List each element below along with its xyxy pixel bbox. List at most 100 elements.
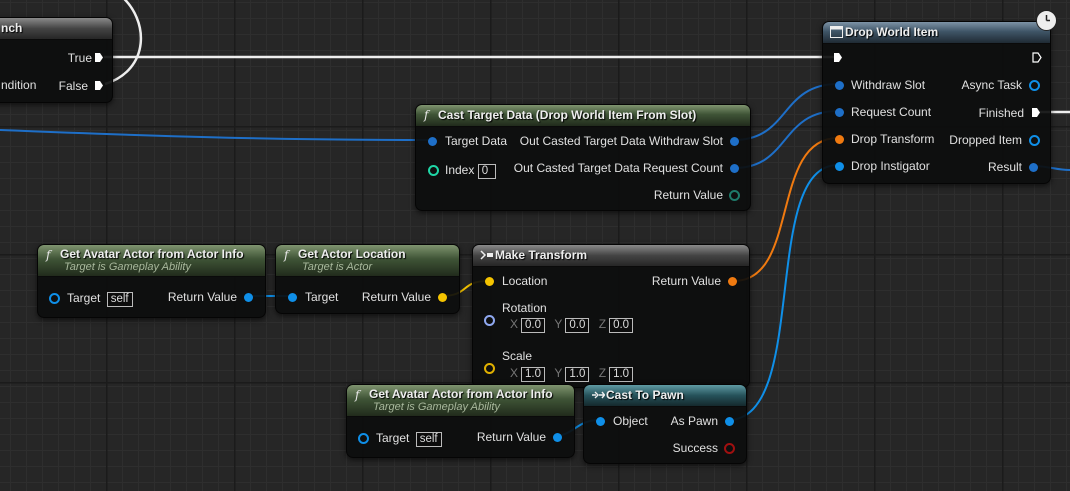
scale-z-input[interactable]: 1.0 (609, 367, 634, 382)
rotation-pin[interactable] (484, 315, 495, 326)
rotation-y-input[interactable]: 0.0 (565, 318, 590, 333)
drop-instigator-pin[interactable] (835, 162, 844, 171)
get-avatar-actor-title-1: Get Avatar Actor from Actor Info (60, 247, 244, 261)
request-count-label: Request Count (851, 105, 932, 119)
function-icon: f (284, 248, 289, 262)
scale-pin[interactable] (484, 363, 495, 374)
out-request-pin[interactable] (730, 164, 739, 173)
get-actor-location-header[interactable]: f Get Actor Location Target is Actor (276, 245, 459, 277)
location-target-pin[interactable] (288, 293, 297, 302)
function-icon: f (46, 248, 51, 262)
cast-target-data-title: Cast Target Data (Drop World Item From S… (438, 108, 697, 122)
false-pin[interactable]: False (59, 79, 88, 93)
return-value-label-2: Return Value (476, 430, 546, 444)
drop-world-item-header[interactable]: Drop World Item (823, 22, 1050, 44)
drop-transform-pin[interactable] (835, 135, 844, 144)
target-data-pin[interactable] (428, 137, 437, 146)
cast-to-pawn-node[interactable]: Cast To Pawn Object As Pawn Success (583, 384, 747, 464)
transform-return-pin[interactable] (728, 277, 737, 286)
object-pin[interactable] (596, 417, 605, 426)
location-target-label: Target (305, 290, 339, 304)
make-struct-icon (480, 249, 494, 263)
drop-transform-label: Drop Transform (851, 132, 935, 146)
return-value-label-1: Return Value (167, 290, 237, 304)
scale-values-row: X 1.0 Y 1.0 Z 1.0 (510, 366, 634, 382)
exec-in-icon[interactable] (833, 52, 843, 63)
target-data-label: Target Data (445, 134, 508, 148)
target-label-2: Target (376, 431, 410, 445)
rotation-z-label: Z (598, 317, 607, 331)
self-input-2[interactable]: self (415, 432, 442, 447)
target-pin-2[interactable] (358, 433, 369, 444)
rotation-label: Rotation (502, 301, 547, 315)
index-input[interactable]: 0 (477, 164, 496, 179)
return-value-pin-2[interactable] (553, 433, 562, 442)
index-label: Index (445, 163, 475, 177)
self-input-1[interactable]: self (106, 292, 133, 307)
true-pin[interactable]: True (68, 51, 92, 65)
false-exec-icon[interactable] (94, 80, 104, 91)
object-label: Object (613, 414, 648, 428)
target-pin-1[interactable] (49, 293, 60, 304)
get-avatar-actor-header-2[interactable]: f Get Avatar Actor from Actor Info Targe… (347, 385, 574, 417)
result-pin[interactable] (1029, 163, 1038, 172)
success-pin[interactable] (724, 443, 735, 454)
get-avatar-actor-node-2[interactable]: f Get Avatar Actor from Actor Info Targe… (346, 384, 575, 458)
success-label: Success (672, 441, 718, 455)
location-return-pin[interactable] (438, 293, 447, 302)
index-row: Index 0 (445, 163, 496, 179)
target-row-1: Target self (67, 291, 133, 307)
dropped-item-pin[interactable] (1029, 135, 1040, 146)
get-avatar-actor-node-1[interactable]: f Get Avatar Actor from Actor Info Targe… (37, 244, 266, 318)
cast-icon (591, 389, 606, 403)
scale-y-label: Y (554, 366, 563, 380)
get-avatar-actor-subtitle-2: Target is Gameplay Ability (373, 401, 500, 413)
return-value-pin[interactable] (729, 190, 740, 201)
branch-node-header[interactable]: nch (0, 18, 112, 40)
rotation-z-input[interactable]: 0.0 (609, 318, 634, 333)
latent-clock-icon (1036, 10, 1057, 31)
drop-world-item-node[interactable]: Drop World Item Withdraw Slot Request Co… (822, 21, 1051, 184)
result-label: Result (987, 160, 1022, 174)
cast-to-pawn-title: Cast To Pawn (606, 388, 684, 402)
rotation-values-row: X 0.0 Y 0.0 Z 0.0 (510, 317, 634, 333)
drop-instigator-label: Drop Instigator (851, 159, 930, 173)
out-withdraw-pin[interactable] (730, 137, 739, 146)
get-actor-location-subtitle: Target is Actor (302, 261, 373, 273)
make-transform-node[interactable]: Make Transform Location Return Value Rot… (472, 244, 750, 388)
index-pin[interactable] (428, 165, 439, 176)
rotation-x-label: X (510, 317, 519, 331)
rotation-y-label: Y (554, 317, 563, 331)
as-pawn-pin[interactable] (725, 417, 734, 426)
as-pawn-label: As Pawn (670, 414, 718, 428)
cast-target-data-node[interactable]: f Cast Target Data (Drop World Item From… (415, 104, 751, 211)
cast-target-data-header[interactable]: f Cast Target Data (Drop World Item From… (416, 105, 750, 127)
branch-node[interactable]: nch True ndition False (0, 17, 113, 103)
make-transform-header[interactable]: Make Transform (473, 245, 749, 267)
finished-label: Finished (978, 106, 1024, 120)
scale-x-input[interactable]: 1.0 (521, 367, 546, 382)
rotation-x-input[interactable]: 0.0 (521, 318, 546, 333)
get-avatar-actor-header-1[interactable]: f Get Avatar Actor from Actor Info Targe… (38, 245, 265, 277)
cast-to-pawn-header[interactable]: Cast To Pawn (584, 385, 746, 407)
location-return-label: Return Value (361, 290, 431, 304)
target-row-2: Target self (376, 431, 442, 447)
scale-y-input[interactable]: 1.0 (565, 367, 590, 382)
finished-exec-icon[interactable] (1031, 107, 1041, 118)
dropped-item-label: Dropped Item (949, 133, 1022, 147)
exec-out-icon[interactable] (1032, 52, 1042, 63)
branch-node-title: nch (1, 21, 23, 35)
location-in-pin[interactable] (485, 277, 494, 286)
scale-z-label: Z (598, 366, 607, 380)
return-value-pin-1[interactable] (244, 293, 253, 302)
withdraw-slot-pin[interactable] (835, 81, 844, 90)
async-task-pin[interactable] (1029, 80, 1040, 91)
true-exec-icon[interactable] (94, 52, 104, 63)
function-icon: f (424, 108, 429, 122)
request-count-pin[interactable] (835, 108, 844, 117)
get-actor-location-node[interactable]: f Get Actor Location Target is Actor Tar… (275, 244, 460, 314)
async-task-label: Async Task (961, 78, 1022, 92)
task-node-icon (830, 26, 844, 40)
return-value-label: Return Value (653, 188, 723, 202)
out-withdraw-label: Out Casted Target Data Withdraw Slot (519, 134, 723, 148)
